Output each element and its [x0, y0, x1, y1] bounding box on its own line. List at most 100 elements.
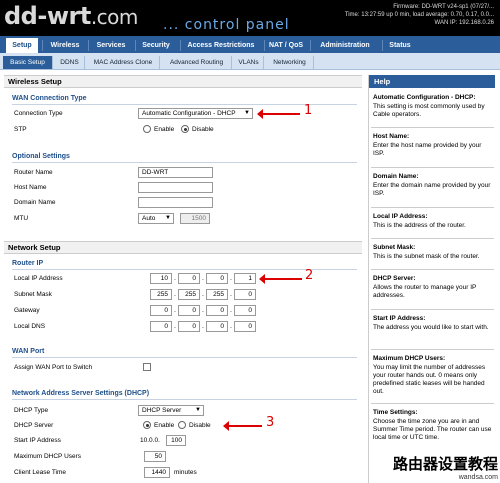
- annotation-number: 2: [305, 268, 314, 283]
- help-item-title: Maximum DHCP Users:: [373, 355, 446, 362]
- mtu-mode-value: Auto: [142, 215, 156, 222]
- domain-name-input[interactable]: [138, 197, 213, 208]
- connection-type-value: Automatic Configuration - DHCP: [142, 110, 236, 117]
- help-item: Time Settings: Choose the time zone you a…: [373, 409, 493, 442]
- dhcp-enable-radio[interactable]: [143, 421, 151, 429]
- mtu-mode-select[interactable]: Auto ▼: [138, 213, 174, 224]
- logo-main: dd-wrt: [4, 2, 91, 30]
- help-item: Host Name: Enter the host name provided b…: [373, 133, 493, 158]
- dhcp-enable-label: Enable: [154, 422, 175, 429]
- dhcp-type-select[interactable]: DHCP Server ▼: [138, 405, 204, 416]
- subnet-octet-1[interactable]: 255: [150, 289, 172, 300]
- tab-status[interactable]: Status: [384, 38, 416, 53]
- help-item-title: Local IP Address:: [373, 213, 428, 220]
- stp-enable-radio[interactable]: [143, 125, 151, 133]
- stp-enable-label: Enable: [154, 126, 175, 133]
- tab-setup[interactable]: Setup: [6, 38, 38, 53]
- optional-settings-title: Optional Settings: [12, 153, 70, 160]
- help-item-title: Automatic Configuration - DHCP:: [373, 94, 476, 101]
- mtu-value-input[interactable]: 1500: [180, 213, 210, 224]
- help-item: Subnet Mask: This is the subnet mask of t…: [373, 244, 493, 261]
- dhcp-type-label: DHCP Type: [14, 407, 49, 414]
- divider: [371, 207, 494, 208]
- lease-unit-label: minutes: [174, 469, 197, 476]
- tab-wireless[interactable]: Wireless: [44, 38, 86, 53]
- gateway-label: Gateway: [14, 307, 40, 314]
- tab-services[interactable]: Services: [90, 38, 132, 53]
- start-ip-last-octet[interactable]: 100: [166, 435, 186, 446]
- gateway-octet-1[interactable]: 0: [150, 305, 172, 316]
- subtab-basic-setup[interactable]: Basic Setup: [3, 56, 53, 69]
- chevron-down-icon: ▼: [195, 407, 201, 413]
- ip-dot: .: [230, 275, 232, 282]
- router-name-input[interactable]: DD-WRT: [138, 167, 213, 178]
- tab-access-restrictions[interactable]: Access Restrictions: [181, 38, 261, 53]
- max-dhcp-users-input[interactable]: 50: [144, 451, 166, 462]
- dns-octet-4[interactable]: 0: [234, 321, 256, 332]
- ip-dot: .: [174, 275, 176, 282]
- chevron-down-icon: ▼: [165, 215, 171, 221]
- help-item-text: Enter the domain name provided by your I…: [373, 182, 491, 197]
- dns-octet-2[interactable]: 0: [178, 321, 200, 332]
- local-dns-label: Local DNS: [14, 323, 46, 330]
- ddwrt-logo[interactable]: dd-wrt.com: [4, 2, 138, 30]
- stp-disable-radio[interactable]: [181, 125, 189, 133]
- subnet-octet-4[interactable]: 0: [234, 289, 256, 300]
- max-dhcp-users-label: Maximum DHCP Users: [14, 453, 82, 460]
- start-ip-prefix: 10.0.0.: [140, 437, 160, 444]
- host-name-label: Host Name: [14, 184, 47, 191]
- subtab-networking[interactable]: Networking: [266, 56, 314, 69]
- wan-port-title: WAN Port: [12, 348, 45, 355]
- divider: [371, 403, 494, 404]
- ip-dot: .: [202, 307, 204, 314]
- subtab-mac-address-clone[interactable]: MAC Address Clone: [87, 56, 160, 69]
- gateway-octet-2[interactable]: 0: [178, 305, 200, 316]
- client-lease-input[interactable]: 1440: [144, 467, 170, 478]
- dhcp-disable-radio[interactable]: [178, 421, 186, 429]
- connection-type-label: Connection Type: [14, 110, 63, 117]
- gateway-octet-3[interactable]: 0: [206, 305, 228, 316]
- tab-separator: [310, 40, 311, 51]
- assign-wan-checkbox[interactable]: [143, 363, 151, 371]
- tab-administration[interactable]: Administration: [312, 38, 378, 53]
- connection-type-select[interactable]: Automatic Configuration - DHCP ▼: [138, 108, 253, 119]
- gateway-octet-4[interactable]: 0: [234, 305, 256, 316]
- ip-dot: .: [230, 323, 232, 330]
- ip-dot: .: [174, 323, 176, 330]
- local-ip-octet-4[interactable]: 1: [234, 273, 256, 284]
- subtab-advanced-routing[interactable]: Advanced Routing: [162, 56, 232, 69]
- tab-nat-qos[interactable]: NAT / QoS: [265, 38, 307, 53]
- subtab-ddns[interactable]: DDNS: [55, 56, 85, 69]
- subnet-octet-2[interactable]: 255: [178, 289, 200, 300]
- local-ip-octet-1[interactable]: 10: [150, 273, 172, 284]
- help-item-text: This is the address of the router.: [373, 222, 466, 229]
- host-name-input[interactable]: [138, 182, 213, 193]
- tab-security[interactable]: Security: [136, 38, 176, 53]
- dhcp-server-label: DHCP Server: [14, 422, 54, 429]
- dns-octet-1[interactable]: 0: [150, 321, 172, 332]
- control-panel-subtitle: ... control panel: [163, 17, 290, 33]
- help-item-title: DHCP Server:: [373, 275, 416, 282]
- dns-octet-3[interactable]: 0: [206, 321, 228, 332]
- chevron-down-icon: ▼: [244, 110, 250, 116]
- subtab-vlans[interactable]: VLANs: [234, 56, 264, 69]
- local-ip-octet-3[interactable]: 0: [206, 273, 228, 284]
- subnet-octet-3[interactable]: 255: [206, 289, 228, 300]
- help-item-title: Host Name:: [373, 133, 410, 140]
- divider: [371, 269, 494, 270]
- local-ip-octet-2[interactable]: 0: [178, 273, 200, 284]
- annotation-number: 3: [266, 415, 275, 430]
- subnet-mask-label: Subnet Mask: [14, 291, 52, 298]
- uptime-info: Time: 13:27:59 up 0 min, load average: 0…: [344, 12, 494, 18]
- help-item: Automatic Configuration - DHCP: This sett…: [373, 94, 493, 119]
- help-title: Help: [369, 75, 495, 88]
- settings-content: Wireless Setup WAN Connection Type Conne…: [4, 75, 362, 483]
- help-item-title: Domain Name:: [373, 173, 419, 180]
- firmware-version: Firmware: DD-WRT v24-sp1 (07/27/...: [393, 4, 494, 10]
- help-item-title: Time Settings:: [373, 409, 418, 416]
- help-panel: Help Automatic Configuration - DHCP: This…: [368, 75, 495, 483]
- help-item-text: Allows the router to manage your IP addr…: [373, 284, 477, 299]
- help-item-text: This is the subnet mask of the router.: [373, 253, 480, 260]
- help-item-text: Enter the host name provided by your ISP…: [373, 142, 482, 157]
- divider: [371, 309, 494, 310]
